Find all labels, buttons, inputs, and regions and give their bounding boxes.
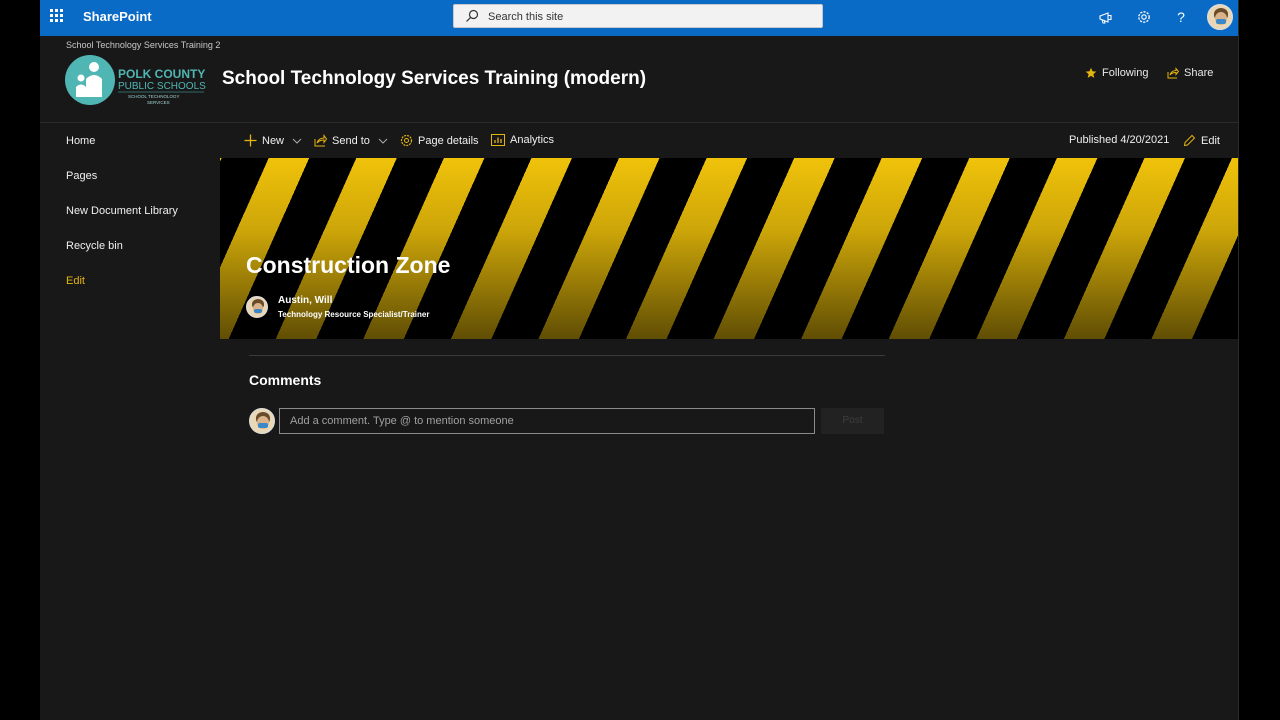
pencil-icon — [1183, 134, 1196, 147]
nav-item-recycle-bin[interactable]: Recycle bin — [66, 240, 123, 252]
share-icon — [314, 134, 327, 147]
following-button[interactable]: Following — [1085, 67, 1148, 79]
following-label: Following — [1102, 67, 1149, 79]
nav-edit-link[interactable]: Edit — [66, 275, 85, 287]
analytics-icon — [491, 134, 505, 146]
page-title-banner: Construction Zone Austin, Will Technolog… — [220, 158, 1239, 339]
sharepoint-brand[interactable]: SharePoint — [83, 9, 152, 24]
new-button[interactable]: New — [244, 134, 302, 147]
section-divider — [249, 355, 885, 356]
send-to-button[interactable]: Send to — [314, 134, 388, 147]
current-user-avatar — [249, 408, 275, 434]
send-to-label: Send to — [332, 134, 370, 147]
search-icon — [466, 9, 479, 22]
megaphone-icon[interactable] — [1097, 9, 1115, 27]
site-title[interactable]: School Technology Services Training (mod… — [222, 68, 646, 90]
published-date: Published 4/20/2021 — [1069, 134, 1170, 146]
sharepoint-window: SharePoint Search this site ? School Tec… — [40, 0, 1239, 720]
share-icon — [1167, 67, 1179, 79]
logo-line-3: SCHOOL TECHNOLOGY — [128, 94, 180, 99]
svg-text:?: ? — [1177, 9, 1185, 25]
gear-icon[interactable] — [1135, 9, 1153, 27]
chevron-down-icon — [292, 138, 302, 144]
site-header: School Technology Services Training 2 PO… — [40, 36, 1239, 122]
share-label: Share — [1184, 67, 1214, 79]
edit-page-button[interactable]: Edit — [1183, 134, 1220, 147]
new-label: New — [262, 134, 285, 147]
comments-heading: Comments — [249, 372, 322, 388]
hub-breadcrumb[interactable]: School Technology Services Training 2 — [66, 40, 220, 50]
search-box[interactable]: Search this site — [453, 4, 823, 28]
gear-icon — [400, 134, 413, 147]
help-icon[interactable]: ? — [1172, 9, 1190, 27]
analytics-button[interactable]: Analytics — [491, 134, 554, 146]
command-bar: New Send to Page details Analytics Publi… — [220, 122, 1239, 159]
search-placeholder: Search this site — [488, 11, 564, 23]
author-role: Technology Resource Specialist/Trainer — [278, 310, 430, 319]
comment-input[interactable] — [279, 408, 815, 434]
site-logo[interactable]: POLK COUNTY PUBLIC SCHOOLS SCHOOL TECHNO… — [64, 53, 206, 107]
share-button[interactable]: Share — [1167, 67, 1213, 79]
post-button[interactable]: Post — [821, 408, 884, 434]
nav-item-home[interactable]: Home — [66, 135, 95, 147]
analytics-label: Analytics — [510, 134, 555, 146]
page-details-button[interactable]: Page details — [400, 134, 479, 147]
plus-icon — [244, 134, 257, 147]
user-avatar[interactable] — [1207, 4, 1233, 30]
page-details-label: Page details — [418, 134, 479, 147]
left-navigation: Home Pages New Document Library Recycle … — [40, 122, 220, 720]
logo-line-4: SERVICES — [147, 100, 170, 105]
author-avatar[interactable] — [246, 296, 268, 318]
logo-line-2: PUBLIC SCHOOLS — [118, 81, 206, 92]
nav-item-new-document-library[interactable]: New Document Library — [66, 205, 178, 217]
polk-schools-logo-icon: POLK COUNTY PUBLIC SCHOOLS SCHOOL TECHNO… — [65, 55, 206, 105]
chevron-down-icon — [378, 138, 388, 144]
page-title: Construction Zone — [246, 252, 451, 278]
app-launcher-icon[interactable] — [50, 9, 64, 23]
nav-item-pages[interactable]: Pages — [66, 170, 97, 182]
logo-line-1: POLK COUNTY — [118, 67, 205, 81]
edit-label: Edit — [1201, 134, 1220, 147]
window-edge — [1238, 0, 1239, 720]
star-icon — [1085, 67, 1097, 78]
suite-bar: SharePoint Search this site ? — [40, 0, 1239, 36]
author-name[interactable]: Austin, Will — [278, 295, 332, 306]
